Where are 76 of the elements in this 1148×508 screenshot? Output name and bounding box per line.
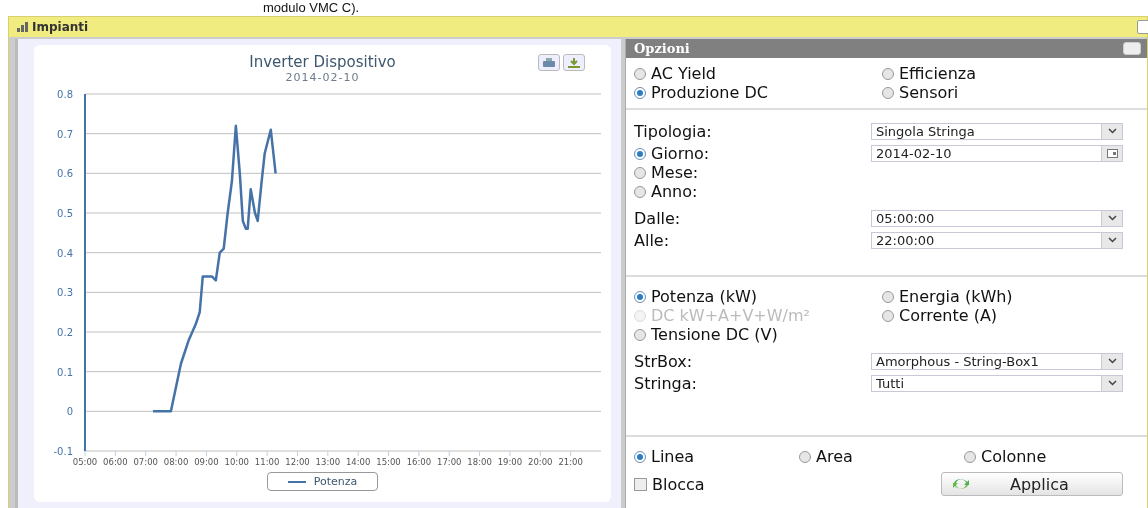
field-label: Tipologia: [634,121,713,141]
window-button[interactable] [1137,20,1148,34]
measure-radio[interactable]: Potenza (kW) [634,287,882,306]
download-icon [568,57,580,68]
window-title: Impianti [32,20,89,34]
x-tick-label: 09:00 [193,457,219,467]
report-type-radio[interactable]: Sensori [882,83,1139,102]
x-tick-label: 21:00 [557,457,583,467]
measure-radio[interactable]: Energia (kWh) [882,287,1139,306]
report-type-radio[interactable]: AC Yield [634,64,882,83]
y-tick-label: 0.4 [56,247,73,259]
y-tick-label: 0.5 [56,208,73,219]
tipologia-dropdown[interactable]: Singola Stringa [871,122,1123,140]
apply-button[interactable]: Applica [941,472,1123,496]
calendar-icon [1106,149,1118,158]
y-tick-label: 0.6 [56,168,73,180]
x-tick-label: 18:00 [466,457,492,467]
x-tick-label: 06:00 [102,457,128,467]
x-tick-label: 16:00 [406,457,431,467]
legend-line-icon [287,480,306,483]
caret-icon [1107,380,1117,386]
chart-type-radio[interactable]: Linea [634,447,799,466]
x-tick-label: 10:00 [224,457,249,467]
chart-type-radio[interactable]: Area [799,447,964,466]
collapse-button[interactable] [1123,42,1141,55]
field-label: Alle: [634,230,671,250]
x-tick-label: 11:00 [254,457,279,467]
caret-icon [1107,128,1117,134]
field-label: Stringa: [634,373,698,393]
chart-type-radio[interactable]: Colonne [964,447,1139,466]
x-tick-label: 08:00 [163,457,188,467]
caret-icon [1107,237,1117,243]
x-tick-label: 05:00 [72,457,97,467]
report-type-radio[interactable]: Efficienza [882,64,1139,83]
print-button[interactable] [538,54,560,71]
x-tick-label: 20:00 [527,457,553,467]
measure-radio[interactable]: Tensione DC (V) [634,325,882,344]
measure-radio[interactable]: Corrente (A) [882,306,1139,325]
y-tick-label: 0.8 [56,89,73,100]
legend-label: Potenza [313,475,358,488]
date-field[interactable]: 2014-02-10 [871,145,1123,162]
field-label: StrBox: [634,351,694,371]
y-tick-label: -0.1 [53,446,73,457]
chart-title: Inverter Dispositivo [249,53,396,71]
chart-legend[interactable]: Potenza [266,472,379,491]
time-dropdown[interactable]: 05:00:00 [871,209,1123,227]
x-tick-label: 13:00 [315,457,340,467]
strbox-dropdown[interactable]: Amorphous - String-Box1 [871,352,1123,370]
x-tick-label: 19:00 [497,457,522,467]
y-tick-label: 0.3 [56,287,73,299]
x-tick-label: 07:00 [132,457,158,467]
printer-icon [543,58,555,67]
blocca-checkbox[interactable]: Blocca [634,474,705,494]
y-tick-label: 0.1 [56,366,73,378]
caret-icon [1107,215,1117,221]
panel-title: Opzioni [634,41,690,56]
report-type-radio[interactable]: Produzione DC [634,83,882,102]
period-radio[interactable]: Mese: [634,163,710,182]
x-tick-label: 17:00 [436,457,461,467]
x-tick-label: 15:00 [375,457,401,467]
signal-bars-icon [17,22,28,32]
field-label: Dalle: [634,208,682,228]
time-dropdown[interactable]: 22:00:00 [871,231,1123,249]
download-button[interactable] [563,54,585,71]
caret-icon [1107,358,1117,364]
x-tick-label: 14:00 [345,457,370,467]
y-tick-label: 0.7 [56,128,73,140]
stringa-dropdown[interactable]: Tutti [871,374,1123,392]
period-radio[interactable]: Giorno: [634,144,710,163]
y-tick-label: 0 [66,406,73,418]
y-tick-label: 0.2 [56,327,73,338]
period-radio[interactable]: Anno: [634,182,710,201]
refresh-icon [952,477,970,491]
x-tick-label: 12:00 [284,457,310,467]
chart-subtitle: 2014-02-10 [285,71,360,84]
document-text: modulo VMC C). [263,0,360,15]
